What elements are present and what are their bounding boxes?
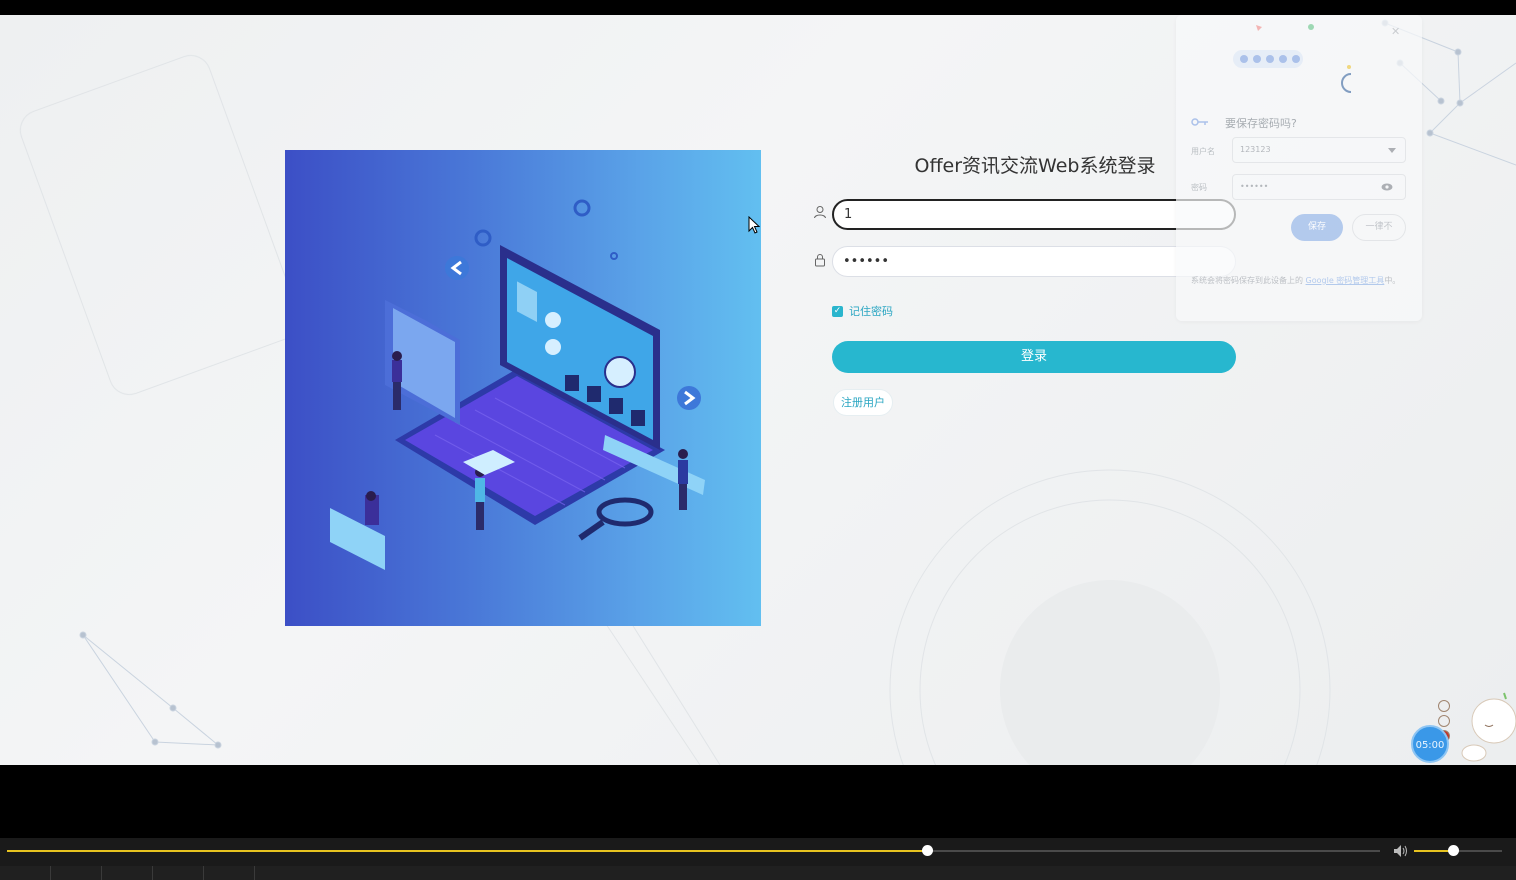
volume-handle[interactable] [1447, 845, 1459, 856]
popup-save-button[interactable]: 保存 [1291, 214, 1343, 241]
save-password-popup: ✕ 要保存密码吗? 用户名 123123 密码 •••••• 保存 一律不 系统… [1176, 15, 1422, 321]
popup-password-field[interactable]: •••••• [1232, 174, 1406, 200]
remember-password[interactable]: ✓ 记住密码 [832, 303, 893, 319]
user-icon [814, 206, 826, 219]
eye-icon[interactable] [1381, 183, 1393, 191]
login-button[interactable]: 登录 [832, 341, 1236, 373]
popup-note: 系统会将密码保存到此设备上的 Google 密码管理工具中。 [1191, 274, 1411, 288]
password-manager-link[interactable]: Google 密码管理工具 [1306, 276, 1385, 285]
taskbar-item[interactable] [153, 866, 204, 880]
volume-fill [1414, 850, 1453, 852]
laptop-illustration [330, 199, 705, 570]
cyclist-illustration [1233, 24, 1351, 93]
mouse-cursor-icon [748, 216, 760, 234]
timer-badge[interactable]: 05:00 [1411, 725, 1449, 763]
popup-note-prefix: 系统会将密码保存到此设备上的 [1191, 276, 1306, 285]
popup-note-suffix: 中。 [1384, 276, 1401, 285]
popup-password-label: 密码 [1191, 183, 1207, 192]
page-title: Offer资讯交流Web系统登录 [914, 155, 1156, 177]
video-frame: Offer资讯交流Web系统登录 1 •••••• ✓ 记住密码 登录 注册用户 [0, 0, 1516, 880]
popup-username-label: 用户名 [1191, 147, 1215, 156]
volume-icon[interactable] [1392, 843, 1408, 859]
taskbar-item[interactable] [102, 866, 153, 880]
key-icon [1191, 118, 1208, 126]
remember-checkbox[interactable]: ✓ [832, 305, 843, 317]
page-stage: Offer资讯交流Web系统登录 1 •••••• ✓ 记住密码 登录 注册用户 [0, 15, 1516, 765]
register-button[interactable]: 注册用户 [833, 389, 893, 416]
remember-label: 记住密码 [849, 305, 893, 318]
popup-title: 要保存密码吗? [1225, 117, 1297, 130]
progress-handle[interactable] [921, 845, 933, 856]
taskbar-item[interactable] [204, 866, 255, 880]
popup-close-icon[interactable]: ✕ [1391, 25, 1400, 38]
lock-icon [815, 254, 825, 267]
taskbar [0, 866, 1516, 880]
progress-bar[interactable] [7, 845, 1380, 856]
taskbar-item[interactable] [0, 866, 51, 880]
taskbar-item[interactable] [51, 866, 102, 880]
chevron-down-icon[interactable] [1388, 148, 1396, 154]
popup-username-field[interactable]: 123123 [1232, 137, 1406, 163]
popup-never-button[interactable]: 一律不 [1352, 214, 1406, 241]
volume-slider[interactable] [1414, 845, 1502, 856]
hero-illustration [285, 150, 761, 626]
progress-fill [7, 850, 927, 852]
mascot-icon[interactable] [1460, 685, 1516, 765]
